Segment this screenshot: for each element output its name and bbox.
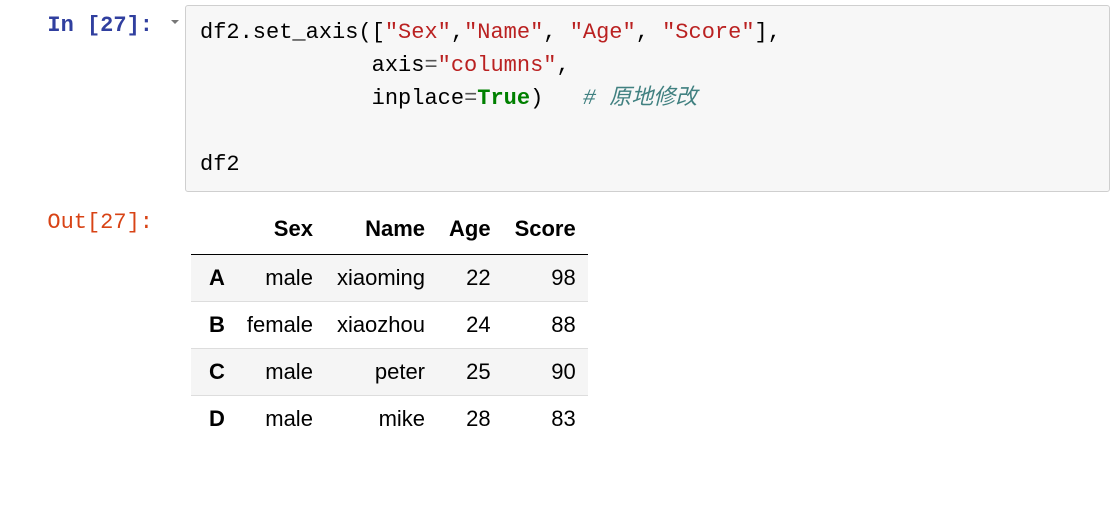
table-row: A male xiaoming 22 98 [191,255,588,302]
code-content: df2.set_axis(["Sex","Name", "Age", "Scor… [200,16,1095,181]
table-row: C male peter 25 90 [191,349,588,396]
row-index: B [191,302,235,349]
cell-value: 25 [437,349,503,396]
col-header: Age [437,206,503,255]
table-header-row: Sex Name Age Score [191,206,588,255]
cell-value: 98 [503,255,588,302]
input-cell: In [27]: df2.set_axis(["Sex","Name", "Ag… [0,0,1110,197]
cell-value: xiaozhou [325,302,437,349]
cell-value: 28 [437,396,503,443]
cell-value: female [235,302,325,349]
input-prompt: In [27]: [0,5,165,38]
cell-value: male [235,396,325,443]
output-cell: Out[27]: Sex Name Age Score A male xiaom… [0,197,1110,447]
chevron-down-icon [169,16,181,28]
table-corner [191,206,235,255]
row-index: A [191,255,235,302]
dataframe-table: Sex Name Age Score A male xiaoming 22 98… [191,206,588,442]
col-header: Sex [235,206,325,255]
cell-value: 24 [437,302,503,349]
cell-value: 90 [503,349,588,396]
table-row: B female xiaozhou 24 88 [191,302,588,349]
cell-value: xiaoming [325,255,437,302]
cell-value: male [235,349,325,396]
cell-value: mike [325,396,437,443]
cell-value: 88 [503,302,588,349]
output-prompt: Out[27]: [0,202,165,235]
row-index: C [191,349,235,396]
cell-value: 83 [503,396,588,443]
col-header: Name [325,206,437,255]
output-area: Sex Name Age Score A male xiaoming 22 98… [185,202,1110,442]
col-header: Score [503,206,588,255]
code-input-area[interactable]: df2.set_axis(["Sex","Name", "Age", "Scor… [185,5,1110,192]
cell-value: peter [325,349,437,396]
output-toggle-spacer [165,202,185,212]
cell-value: male [235,255,325,302]
collapse-toggle[interactable] [165,5,185,31]
table-row: D male mike 28 83 [191,396,588,443]
row-index: D [191,396,235,443]
cell-value: 22 [437,255,503,302]
